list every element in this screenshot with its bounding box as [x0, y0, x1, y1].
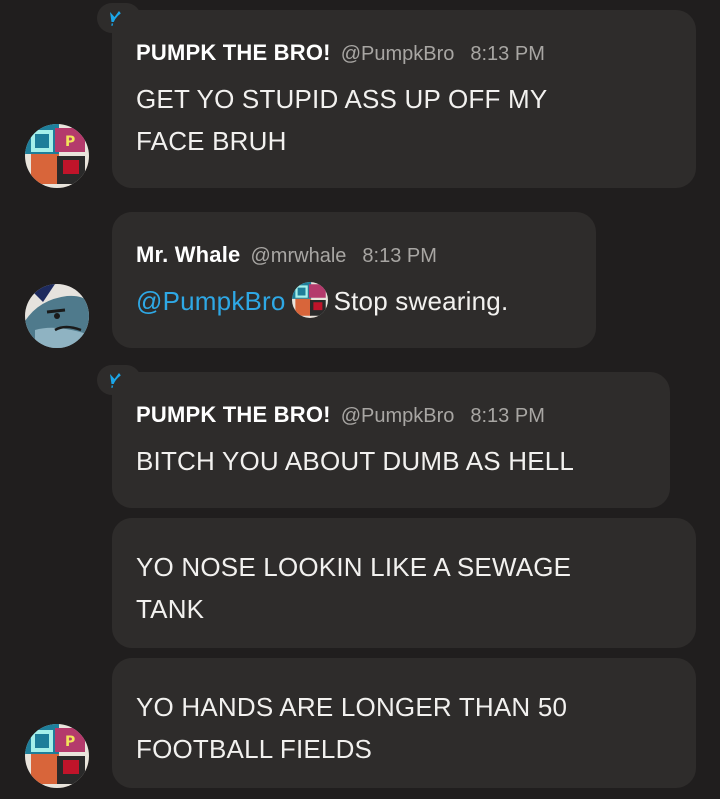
- message-text: YO HANDS ARE LONGER THAN 50 FOOTBALL FIE…: [136, 686, 672, 770]
- message-header: Mr. Whale @mrwhale 8:13 PM: [136, 242, 572, 268]
- author-handle[interactable]: @PumpkBro: [341, 43, 455, 66]
- timestamp: 8:13 PM: [470, 405, 545, 427]
- avatar-pumpk[interactable]: P: [25, 124, 89, 188]
- author-name[interactable]: Mr. Whale: [136, 242, 241, 268]
- message-line: FACE BRUH: [136, 126, 287, 156]
- message-line: TANK: [136, 594, 205, 624]
- message-line: GET YO STUPID ASS UP OFF MY: [136, 84, 548, 114]
- author-name[interactable]: PUMPK THE BRO!: [136, 402, 331, 428]
- mention-link[interactable]: @PumpkBro: [136, 286, 286, 316]
- message-body: Stop swearing.: [333, 286, 509, 316]
- timestamp: 8:13 PM: [470, 43, 545, 65]
- message-text: @PumpkBro Stop swearing.: [136, 280, 572, 322]
- message-line: YO NOSE LOOKIN LIKE A SEWAGE: [136, 552, 572, 582]
- timestamp: 8:13 PM: [362, 245, 437, 267]
- author-name[interactable]: PUMPK THE BRO!: [136, 40, 331, 66]
- message-line: FOOTBALL FIELDS: [136, 734, 373, 764]
- message-text: YO NOSE LOOKIN LIKE A SEWAGE TANK: [136, 546, 672, 630]
- chat-thread: PUMPK THE BRO! @PumpkBro 8:13 PM GET YO …: [0, 0, 720, 799]
- mention-avatar-icon: [291, 282, 328, 318]
- message-line: YO HANDS ARE LONGER THAN 50: [136, 692, 568, 722]
- author-handle[interactable]: @mrwhale: [251, 245, 347, 268]
- message-line: BITCH YOU ABOUT DUMB AS HELL: [136, 446, 575, 476]
- message-bubble[interactable]: Mr. Whale @mrwhale 8:13 PM @PumpkBro Sto…: [112, 212, 596, 348]
- avatar-pumpk[interactable]: P: [25, 724, 89, 788]
- svg-text:P: P: [65, 134, 75, 150]
- message-header: PUMPK THE BRO! @PumpkBro 8:13 PM: [136, 40, 672, 66]
- message-bubble[interactable]: YO NOSE LOOKIN LIKE A SEWAGE TANK: [112, 518, 696, 648]
- message-bubble[interactable]: PUMPK THE BRO! @PumpkBro 8:13 PM BITCH Y…: [112, 372, 670, 508]
- svg-text:P: P: [65, 734, 75, 750]
- message-header: PUMPK THE BRO! @PumpkBro 8:13 PM: [136, 402, 646, 428]
- author-handle[interactable]: @PumpkBro: [341, 405, 455, 428]
- message-bubble[interactable]: YO HANDS ARE LONGER THAN 50 FOOTBALL FIE…: [112, 658, 696, 788]
- message-bubble[interactable]: PUMPK THE BRO! @PumpkBro 8:13 PM GET YO …: [112, 10, 696, 188]
- message-text: GET YO STUPID ASS UP OFF MY FACE BRUH: [136, 78, 672, 162]
- message-text: BITCH YOU ABOUT DUMB AS HELL: [136, 440, 646, 482]
- avatar-whale[interactable]: [25, 284, 89, 348]
